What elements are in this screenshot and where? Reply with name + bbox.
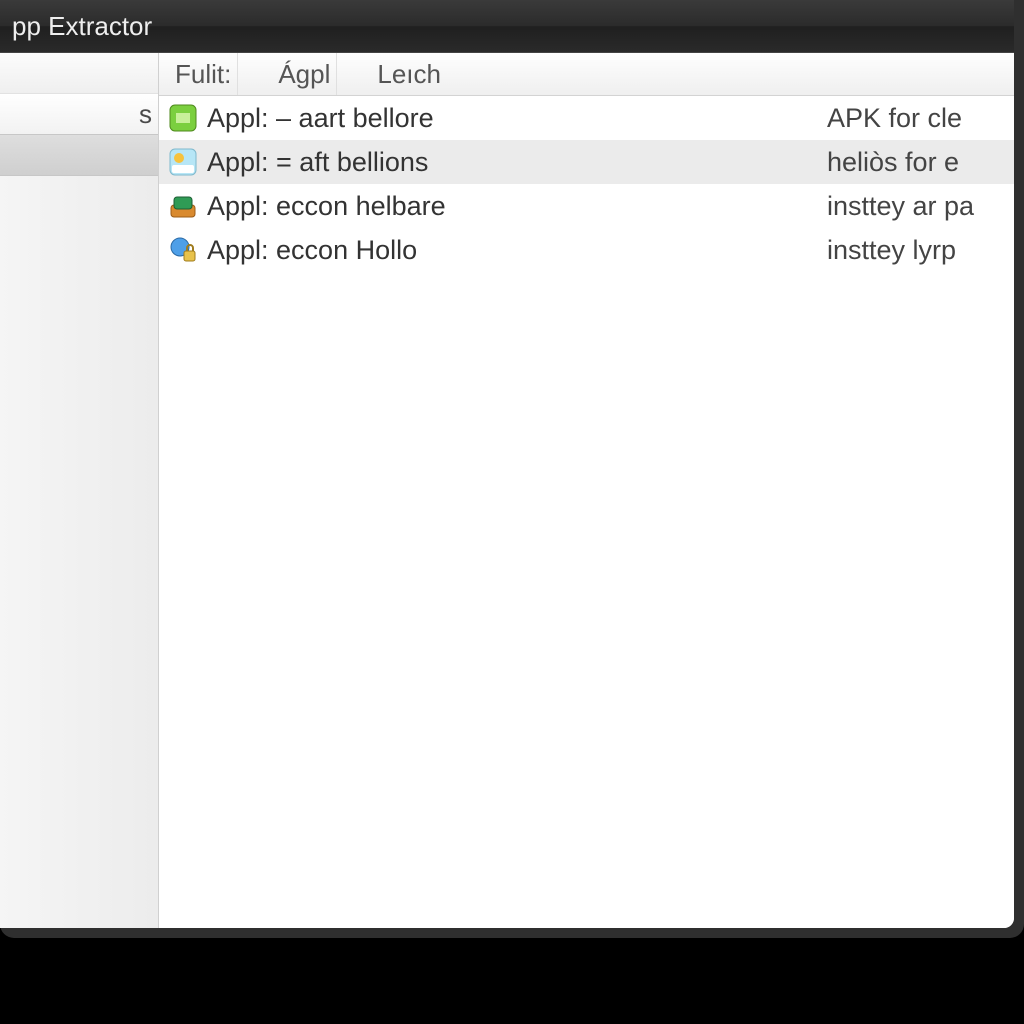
list-item[interactable]: Appl: – aart bellore APK for cle bbox=[159, 96, 1014, 140]
app-list[interactable]: Appl: – aart bellore APK for cle App bbox=[159, 96, 1014, 928]
sun-icon bbox=[167, 146, 199, 178]
sidebar-item-0[interactable] bbox=[0, 53, 158, 94]
sidebar-item-1[interactable]: s bbox=[0, 94, 158, 135]
sidebar-item-2[interactable] bbox=[0, 134, 158, 176]
app-desc: heliòs for e bbox=[827, 147, 1014, 178]
column-header-agpl[interactable]: Ágpl bbox=[272, 53, 337, 95]
app-name: Appl: eccon helbare bbox=[207, 191, 827, 222]
sidebar: s bbox=[0, 53, 159, 928]
app-desc: insttey ar pa bbox=[827, 191, 1014, 222]
main-window: pp Extractor s Fulit: bbox=[0, 0, 1024, 938]
box-icon bbox=[167, 190, 199, 222]
list-item[interactable]: Appl: eccon Hollo insttey lyrp bbox=[159, 228, 1014, 272]
app-desc: insttey lyrp bbox=[827, 235, 1014, 266]
letterbox bbox=[0, 938, 1024, 1024]
main-panel: Fulit: Ágpl Leıch bbox=[159, 53, 1014, 928]
column-label: Ágpl bbox=[278, 59, 330, 90]
window-title: pp Extractor bbox=[12, 11, 152, 42]
column-header-leich[interactable]: Leıch bbox=[371, 53, 447, 95]
lock-icon bbox=[167, 234, 199, 266]
app-frame: pp Extractor s Fulit: bbox=[0, 0, 1024, 1024]
sidebar-item-label: s bbox=[139, 99, 152, 130]
title-bar[interactable]: pp Extractor bbox=[0, 0, 1014, 52]
list-item[interactable]: Appl: = aft bellions heliòs for e bbox=[159, 140, 1014, 184]
app-name: Appl: = aft bellions bbox=[207, 147, 827, 178]
column-label: Leıch bbox=[377, 59, 441, 90]
leaf-icon bbox=[167, 102, 199, 134]
column-header-fulit[interactable]: Fulit: bbox=[169, 53, 238, 95]
list-item[interactable]: Appl: eccon helbare insttey ar pa bbox=[159, 184, 1014, 228]
client-area: s Fulit: Ágpl Leıch bbox=[0, 52, 1014, 928]
column-label: Fulit: bbox=[175, 59, 231, 90]
column-header: Fulit: Ágpl Leıch bbox=[159, 53, 1014, 96]
app-name: Appl: – aart bellore bbox=[207, 103, 827, 134]
app-desc: APK for cle bbox=[827, 103, 1014, 134]
app-name: Appl: eccon Hollo bbox=[207, 235, 827, 266]
